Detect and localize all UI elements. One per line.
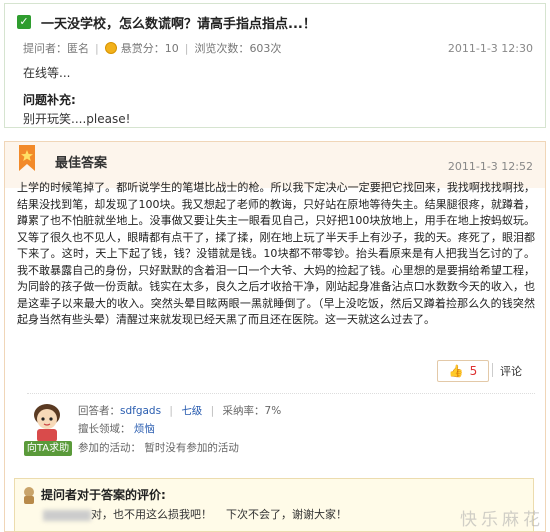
info-separator: | [210, 405, 215, 417]
activity-label: 参加的活动： [78, 442, 141, 454]
vote-button[interactable]: 👍 5 [437, 360, 489, 382]
best-answer-title: 最佳答案 [55, 156, 108, 171]
question-title-row: ✓ 一天没学校，怎么数谎啊？请高手指点指点...！ [17, 13, 316, 32]
bounty-label: 悬赏分： [120, 42, 165, 55]
person-icon [24, 487, 34, 504]
meta-separator: | [95, 41, 99, 55]
coin-icon [104, 42, 117, 54]
vote-count: 5 [469, 364, 478, 378]
best-answer-card: 最佳答案 2011-1-3 12:52 上学的时候笔掉了。都听说学生的笔堪比战士… [4, 141, 546, 532]
expertise-link[interactable]: 烦恼 [134, 423, 155, 435]
question-title: 一天没学校，怎么数谎啊？请高手指点指点...！ [41, 16, 316, 32]
activity-row: 参加的活动： 暂时没有参加的活动 [78, 440, 239, 455]
answer-divider [27, 393, 535, 394]
expertise-row: 擅长领域： 烦恼 [78, 421, 155, 436]
evaluation-text-part2: 下次不会了，谢谢大家！ [226, 508, 347, 521]
adoption-rate: 7% [264, 405, 282, 417]
evaluation-text: 对，也不用这么损我吧！ 下次不会了，谢谢大家！ [43, 506, 347, 522]
meta-separator: | [184, 41, 189, 55]
evaluation-title: 提问者对于答案的评价: [41, 488, 166, 502]
thumbs-up-icon: 👍 [448, 364, 464, 378]
answerer-name[interactable]: sdfgads [120, 405, 161, 417]
answerer-label: 回答者： [78, 405, 120, 417]
question-date: 2011-1-3 12:30 [447, 41, 533, 55]
expertise-label: 擅长领域： [78, 423, 131, 435]
asker-name: 匿名 [67, 42, 89, 55]
supplement-text: 别开玩笑....please! [23, 112, 131, 126]
answer-date: 2011-1-3 12:52 [447, 160, 533, 173]
asker-label: 提问者： [23, 42, 67, 55]
question-body: 在线等... [23, 66, 71, 80]
views-value: 603次 [249, 42, 282, 55]
evaluation-text-part1: 对，也不用这么损我吧！ [91, 508, 212, 521]
answerer-avatar[interactable] [25, 399, 69, 443]
activity-value: 暂时没有参加的活动 [144, 442, 239, 454]
views-label: 浏览次数： [194, 42, 250, 55]
blurred-text [43, 509, 91, 521]
info-separator: | [169, 405, 173, 417]
comment-link[interactable]: 评论 [500, 363, 522, 379]
watermark: 快乐麻花 [460, 510, 544, 530]
supplement-title: 问题补充: [23, 93, 76, 107]
adoption-label: 采纳率： [222, 405, 265, 417]
question-meta: 提问者： 匿名 | 悬赏分： 10 | 浏览次数： 603次 2011-1-3 … [23, 40, 533, 56]
solved-check-icon: ✓ [17, 15, 31, 29]
answerer-info: 回答者：sdfgads | 七级 | 采纳率：7% [78, 403, 281, 418]
bounty-value: 10 [164, 41, 179, 55]
ask-for-help-button[interactable]: 向TA求助 [24, 441, 72, 456]
asker-evaluation: 提问者对于答案的评价: 对，也不用这么损我吧！ 下次不会了，谢谢大家！ [14, 478, 534, 532]
question-card: ✓ 一天没学校，怎么数谎啊？请高手指点指点...！ 提问者： 匿名 | 悬赏分：… [4, 3, 546, 128]
answerer-level[interactable]: 七级 [181, 405, 202, 417]
comment-divider [492, 363, 493, 377]
answer-body: 上学的时候笔掉了。都听说学生的笔堪比战士的枪。所以我下定决心一定要把它找回来，我… [17, 181, 535, 326]
ribbon-icon [19, 145, 35, 171]
